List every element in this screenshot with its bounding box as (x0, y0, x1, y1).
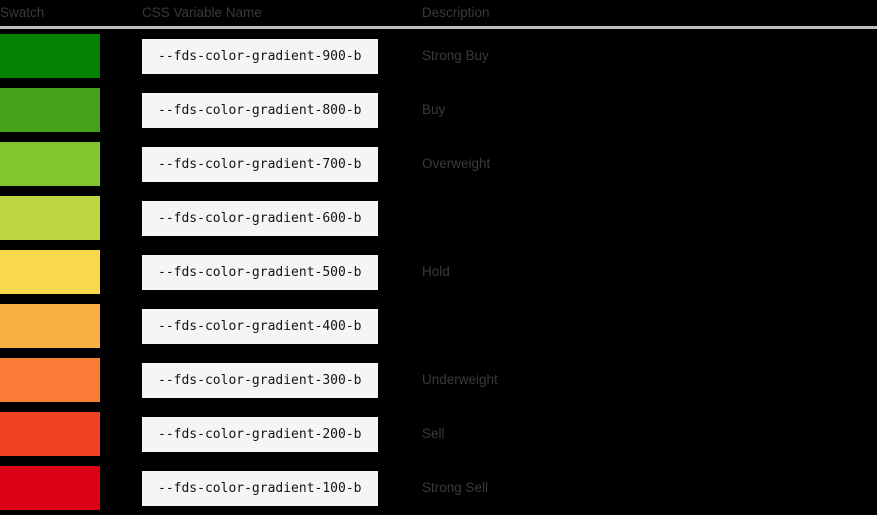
color-swatch (0, 142, 100, 186)
spacer-cell (100, 245, 136, 299)
description-cell (414, 299, 877, 353)
description-cell: Strong Sell (414, 461, 877, 515)
description-cell: Strong Buy (414, 28, 877, 84)
color-swatch (0, 196, 100, 240)
table-row: --fds-color-gradient-300-b Underweight (0, 353, 877, 407)
table-header-row: Swatch CSS Variable Name Description (0, 0, 877, 28)
color-swatch (0, 412, 100, 456)
spacer-cell (100, 353, 136, 407)
css-variable-chip[interactable]: --fds-color-gradient-700-b (142, 147, 378, 182)
variable-cell: --fds-color-gradient-700-b (136, 137, 414, 191)
variable-cell: --fds-color-gradient-400-b (136, 299, 414, 353)
spacer-cell (100, 461, 136, 515)
css-variable-chip[interactable]: --fds-color-gradient-500-b (142, 255, 378, 290)
css-variable-chip[interactable]: --fds-color-gradient-100-b (142, 471, 378, 506)
column-header-swatch: Swatch (0, 0, 100, 28)
color-swatch (0, 34, 100, 78)
swatch-cell (0, 245, 100, 299)
description-cell: Overweight (414, 137, 877, 191)
table-row: --fds-color-gradient-500-b Hold (0, 245, 877, 299)
description-cell: Underweight (414, 353, 877, 407)
swatch-cell (0, 191, 100, 245)
column-header-description: Description (414, 0, 877, 28)
css-variable-chip[interactable]: --fds-color-gradient-200-b (142, 417, 378, 452)
variable-cell: --fds-color-gradient-300-b (136, 353, 414, 407)
color-swatch (0, 88, 100, 132)
color-swatch (0, 466, 100, 510)
description-cell (414, 191, 877, 245)
table-row: --fds-color-gradient-200-b Sell (0, 407, 877, 461)
variable-cell: --fds-color-gradient-800-b (136, 83, 414, 137)
color-gradient-reference-page: Swatch CSS Variable Name Description --f… (0, 0, 877, 513)
spacer-cell (100, 299, 136, 353)
table-row: --fds-color-gradient-400-b (0, 299, 877, 353)
swatch-cell (0, 83, 100, 137)
table-header: Swatch CSS Variable Name Description (0, 0, 877, 28)
variable-cell: --fds-color-gradient-200-b (136, 407, 414, 461)
description-cell: Buy (414, 83, 877, 137)
spacer-cell (100, 28, 136, 84)
variable-cell: --fds-color-gradient-600-b (136, 191, 414, 245)
color-swatch (0, 250, 100, 294)
description-cell: Hold (414, 245, 877, 299)
color-swatch (0, 304, 100, 348)
column-header-spacer (100, 0, 136, 28)
variable-cell: --fds-color-gradient-900-b (136, 28, 414, 84)
description-cell: Sell (414, 407, 877, 461)
spacer-cell (100, 191, 136, 245)
table-row: --fds-color-gradient-100-b Strong Sell (0, 461, 877, 515)
swatch-cell (0, 353, 100, 407)
variable-cell: --fds-color-gradient-100-b (136, 461, 414, 515)
css-variable-chip[interactable]: --fds-color-gradient-800-b (142, 93, 378, 128)
spacer-cell (100, 83, 136, 137)
table-row: --fds-color-gradient-700-b Overweight (0, 137, 877, 191)
table-row: --fds-color-gradient-900-b Strong Buy (0, 28, 877, 84)
css-variable-chip[interactable]: --fds-color-gradient-400-b (142, 309, 378, 344)
spacer-cell (100, 407, 136, 461)
table-body: --fds-color-gradient-900-bStrong Buy--fd… (0, 28, 877, 515)
table-row: --fds-color-gradient-800-b Buy (0, 83, 877, 137)
swatch-cell (0, 137, 100, 191)
swatch-cell (0, 299, 100, 353)
swatch-cell (0, 407, 100, 461)
spacer-cell (100, 137, 136, 191)
css-variable-chip[interactable]: --fds-color-gradient-600-b (142, 201, 378, 236)
color-gradient-table: Swatch CSS Variable Name Description --f… (0, 0, 877, 515)
column-header-variable: CSS Variable Name (136, 0, 414, 28)
swatch-cell (0, 28, 100, 84)
variable-cell: --fds-color-gradient-500-b (136, 245, 414, 299)
swatch-cell (0, 461, 100, 515)
color-swatch (0, 358, 100, 402)
css-variable-chip[interactable]: --fds-color-gradient-900-b (142, 39, 378, 74)
table-row: --fds-color-gradient-600-b (0, 191, 877, 245)
css-variable-chip[interactable]: --fds-color-gradient-300-b (142, 363, 378, 398)
